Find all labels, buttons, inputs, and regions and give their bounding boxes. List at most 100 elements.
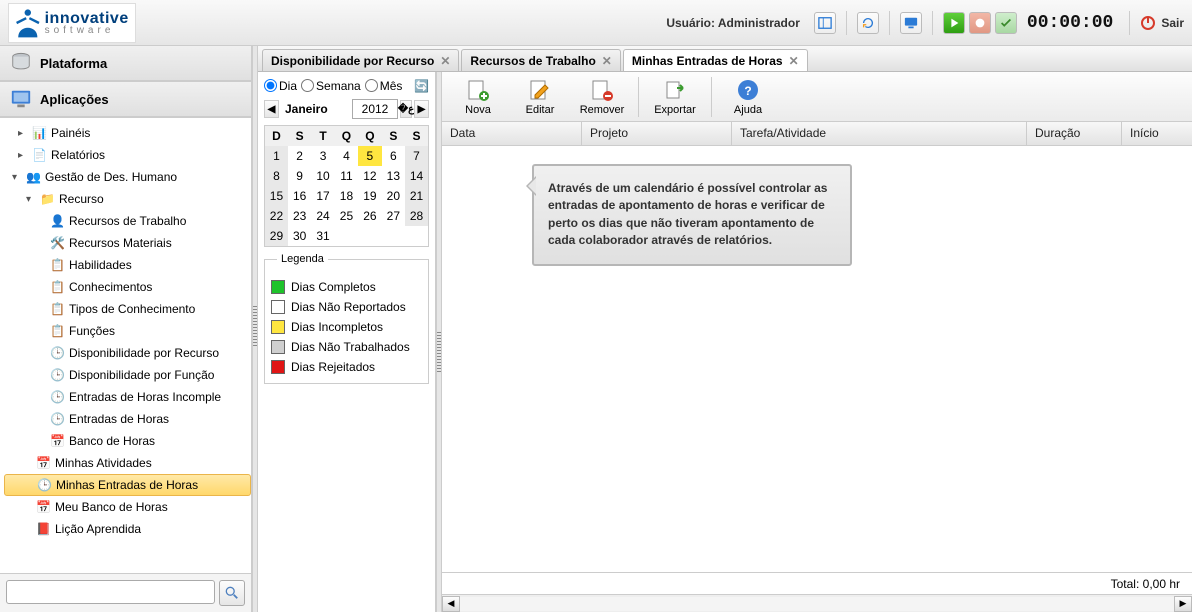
- monitor-icon[interactable]: [900, 12, 922, 34]
- legend-label: Dias Completos: [291, 280, 376, 294]
- logout-label: Sair: [1161, 16, 1184, 30]
- col-projeto[interactable]: Projeto: [582, 122, 732, 145]
- search-input[interactable]: [6, 580, 215, 604]
- col-inicio[interactable]: Início: [1122, 122, 1192, 145]
- nav-recursos-trabalho[interactable]: 👤Recursos de Trabalho: [4, 210, 251, 232]
- calendar-day[interactable]: 16: [288, 186, 311, 206]
- sidebar-section-platform[interactable]: Plataforma: [0, 46, 251, 81]
- tool-exportar[interactable]: Exportar: [645, 76, 705, 118]
- horizontal-scrollbar[interactable]: ◀ ▶: [442, 594, 1192, 612]
- logout-button[interactable]: Sair: [1140, 15, 1184, 31]
- panel-toggle-icon[interactable]: [814, 12, 836, 34]
- nav-minhas-ativ[interactable]: 📅Minhas Atividades: [4, 452, 251, 474]
- radio-mes[interactable]: Mês: [365, 79, 403, 93]
- calendar-day[interactable]: 9: [288, 166, 311, 186]
- nav-entradas-incompletas[interactable]: 🕒Entradas de Horas Incomple: [4, 386, 251, 408]
- calendar-day[interactable]: 3: [311, 146, 334, 166]
- search-button[interactable]: [219, 580, 245, 606]
- cal-prev-button[interactable]: ◀: [264, 100, 279, 118]
- calendar-day[interactable]: 4: [335, 146, 358, 166]
- calendar-day: [358, 226, 381, 247]
- scroll-left-icon[interactable]: ◀: [442, 596, 460, 612]
- list-icon: 📋: [50, 324, 65, 339]
- col-duracao[interactable]: Duração: [1027, 122, 1122, 145]
- nav-disp-funcao[interactable]: 🕒Disponibilidade por Função: [4, 364, 251, 386]
- nav-gestao[interactable]: ▾👥Gestão de Des. Humano: [4, 166, 251, 188]
- calendar-day[interactable]: 1: [265, 146, 288, 166]
- nav-recursos-materiais[interactable]: 🛠️Recursos Materiais: [4, 232, 251, 254]
- timer-check-icon[interactable]: [995, 12, 1017, 34]
- radio-dia[interactable]: Dia: [264, 79, 297, 93]
- calendar-day[interactable]: 28: [405, 206, 428, 226]
- report-icon: 📄: [32, 148, 47, 163]
- year-spinner[interactable]: �ع: [400, 100, 412, 118]
- nav-meu-banco[interactable]: 📅Meu Banco de Horas: [4, 496, 251, 518]
- calendar-day[interactable]: 21: [405, 186, 428, 206]
- nav-funcoes[interactable]: 📋Funções: [4, 320, 251, 342]
- cal-next-button[interactable]: ▶: [414, 100, 429, 118]
- tool-remover[interactable]: Remover: [572, 76, 632, 118]
- calendar-day[interactable]: 18: [335, 186, 358, 206]
- nav-tipos-conhecimento[interactable]: 📋Tipos de Conhecimento: [4, 298, 251, 320]
- calendar-day[interactable]: 17: [311, 186, 334, 206]
- tab-recursos-trabalho[interactable]: Recursos de Trabalho✕: [461, 49, 620, 71]
- tool-ajuda[interactable]: ?Ajuda: [718, 76, 778, 118]
- nav-minhas-entradas[interactable]: 🕒Minhas Entradas de Horas: [4, 474, 251, 496]
- calendar-day[interactable]: 20: [382, 186, 405, 206]
- calendar-day[interactable]: 27: [382, 206, 405, 226]
- close-icon[interactable]: ✕: [602, 54, 612, 68]
- nav-disp-recurso[interactable]: 🕒Disponibilidade por Recurso: [4, 342, 251, 364]
- nav-entradas[interactable]: 🕒Entradas de Horas: [4, 408, 251, 430]
- calendar-day[interactable]: 13: [382, 166, 405, 186]
- folder-icon: 📁: [40, 192, 55, 207]
- scroll-right-icon[interactable]: ▶: [1174, 596, 1192, 612]
- calendar-day[interactable]: 19: [358, 186, 381, 206]
- sidebar: Plataforma Aplicações ▸📊Painéis ▸📄Relató…: [0, 46, 252, 612]
- col-tarefa[interactable]: Tarefa/Atividade: [732, 122, 1027, 145]
- tab-minhas-entradas[interactable]: Minhas Entradas de Horas✕: [623, 49, 808, 71]
- calendar-day[interactable]: 24: [311, 206, 334, 226]
- nav-licao[interactable]: 📕Lição Aprendida: [4, 518, 251, 540]
- search-icon: [225, 586, 239, 600]
- calendar-day[interactable]: 5: [358, 146, 381, 166]
- calendar-day[interactable]: 2: [288, 146, 311, 166]
- close-icon[interactable]: ✕: [440, 54, 450, 68]
- tab-disp-recurso[interactable]: Disponibilidade por Recurso✕: [262, 49, 459, 71]
- year-input[interactable]: [352, 99, 398, 119]
- sidebar-section-apps[interactable]: Aplicações: [0, 81, 251, 117]
- top-toolbar: 00:00:00 Sair: [814, 11, 1184, 35]
- logo: innovative software: [8, 3, 136, 43]
- calendar-day[interactable]: 29: [265, 226, 288, 247]
- nav-paineis[interactable]: ▸📊Painéis: [4, 122, 251, 144]
- calendar-day[interactable]: 11: [335, 166, 358, 186]
- calendar-day[interactable]: 10: [311, 166, 334, 186]
- calendar-day[interactable]: 30: [288, 226, 311, 247]
- timer-play-icon[interactable]: [943, 12, 965, 34]
- calendar-day[interactable]: 15: [265, 186, 288, 206]
- calendar-day[interactable]: 25: [335, 206, 358, 226]
- tool-nova[interactable]: Nova: [448, 76, 508, 118]
- calendar-day[interactable]: 23: [288, 206, 311, 226]
- refresh-small-icon[interactable]: 🔄: [414, 78, 429, 93]
- calendar-day[interactable]: 8: [265, 166, 288, 186]
- col-data[interactable]: Data: [442, 122, 582, 145]
- nav-relatorios[interactable]: ▸📄Relatórios: [4, 144, 251, 166]
- calendar-day[interactable]: 6: [382, 146, 405, 166]
- refresh-icon[interactable]: [857, 12, 879, 34]
- close-icon[interactable]: ✕: [789, 54, 799, 68]
- nav-habilidades[interactable]: 📋Habilidades: [4, 254, 251, 276]
- calendar-day[interactable]: 7: [405, 146, 428, 166]
- nav-conhecimentos[interactable]: 📋Conhecimentos: [4, 276, 251, 298]
- calendar-day[interactable]: 12: [358, 166, 381, 186]
- calendar-day[interactable]: 14: [405, 166, 428, 186]
- nav-recurso[interactable]: ▾📁Recurso: [4, 188, 251, 210]
- timer-stop-icon[interactable]: [969, 12, 991, 34]
- weekday-header: Q: [358, 126, 381, 147]
- radio-semana[interactable]: Semana: [301, 79, 361, 93]
- nav-banco[interactable]: 📅Banco de Horas: [4, 430, 251, 452]
- list-icon: 📋: [50, 280, 65, 295]
- calendar-day[interactable]: 26: [358, 206, 381, 226]
- tool-editar[interactable]: Editar: [510, 76, 570, 118]
- calendar-day[interactable]: 22: [265, 206, 288, 226]
- calendar-day[interactable]: 31: [311, 226, 334, 247]
